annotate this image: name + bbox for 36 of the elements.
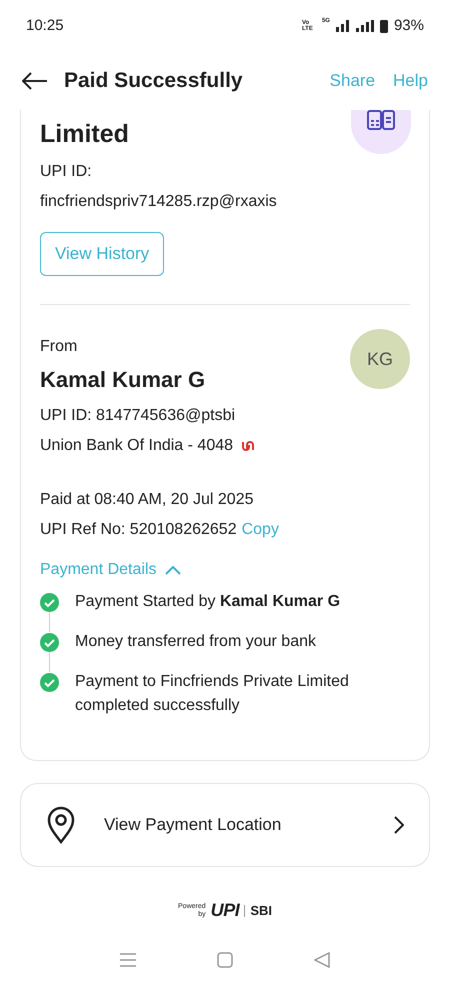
sbi-logo: SBI (250, 902, 272, 920)
menu-icon[interactable] (120, 952, 136, 968)
copy-link[interactable]: Copy (242, 518, 279, 542)
payer-upi-id: UPI ID: 8147745636@ptsbi (40, 406, 236, 426)
timeline-step-text: Payment Started by Kamal Kumar G (75, 592, 340, 612)
back-arrow-icon[interactable] (22, 72, 48, 90)
view-history-button[interactable]: View History (40, 232, 164, 276)
payee-upi-id: fincfriendspriv714285.rzp@rxaxis (40, 192, 278, 212)
payer-avatar: KG (350, 329, 410, 389)
payer-bank: Union Bank Of India - 4048 (40, 436, 234, 456)
payee-name: Limited (40, 119, 129, 150)
from-label: From (40, 337, 78, 357)
header-link[interactable]: Help (393, 68, 428, 94)
page-title: Paid Successfully (64, 68, 243, 94)
signal-icon (336, 20, 350, 32)
timeline-step-text: Payment to Fincfriends Private Limited completed successfully (75, 672, 350, 716)
chevron-right-icon (394, 816, 404, 834)
payment-details-toggle[interactable]: Payment Details (40, 558, 180, 582)
battery-icon (380, 19, 388, 33)
payer-name: Kamal Kumar G (40, 366, 206, 394)
bill-icon (366, 110, 396, 132)
upi-label: UPI ID: (40, 162, 93, 182)
status-time: 10:25 (26, 16, 64, 36)
header-link[interactable]: Share (330, 68, 376, 94)
signal-icon (356, 20, 374, 32)
home-icon[interactable] (216, 952, 233, 968)
timeline-step-text: Money transferred from your bank (75, 632, 316, 652)
upi-logo: UPI (210, 899, 240, 922)
chevron-up-icon (164, 565, 180, 575)
location-pin-icon (46, 806, 76, 844)
back-icon[interactable] (314, 952, 330, 968)
upi-ref-number: UPI Ref No: 520108262652 (40, 520, 237, 540)
battery-level: 93% (394, 16, 424, 36)
bank-logo-icon (241, 440, 256, 452)
payment-location-row[interactable]: View Payment Location (20, 783, 430, 867)
paid-time: Paid at 08:40 AM, 20 Jul 2025 (40, 490, 254, 510)
